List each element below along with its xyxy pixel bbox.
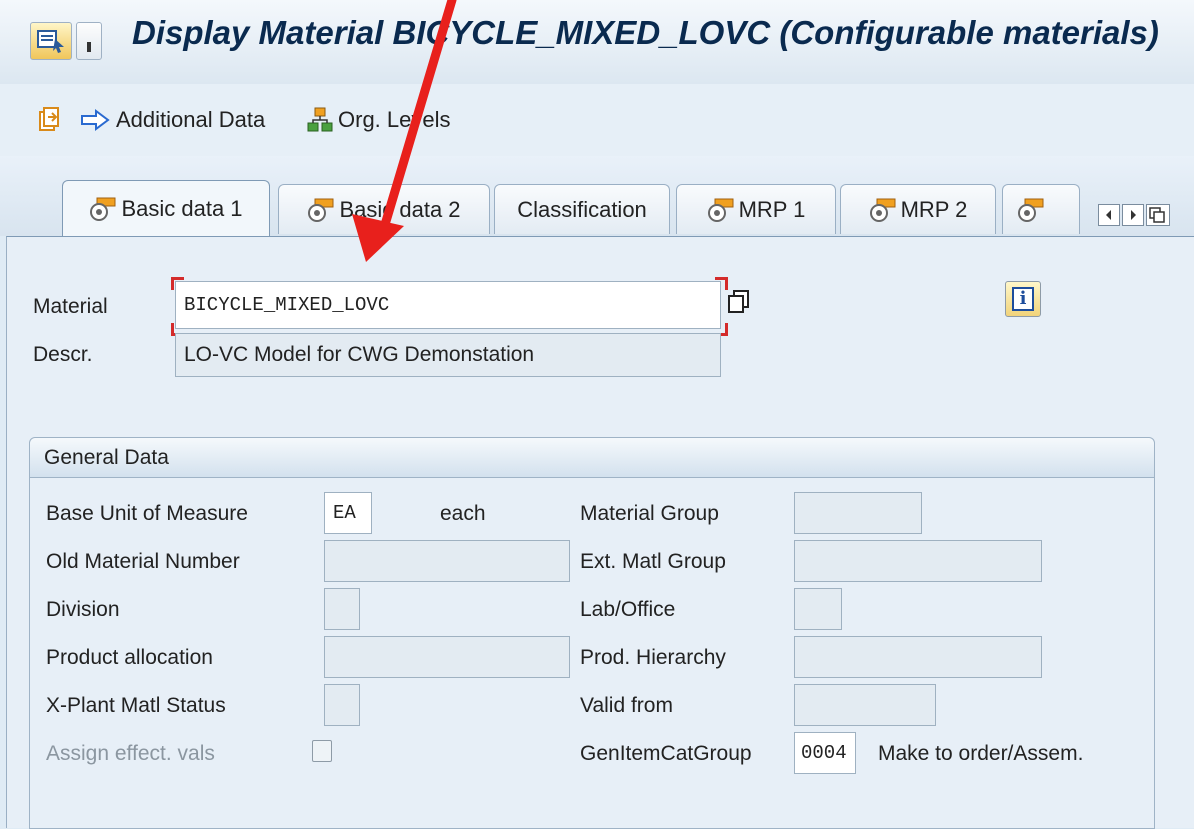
description-label: Descr. xyxy=(33,343,93,366)
description-field[interactable]: LO-VC Model for CWG Demonstation xyxy=(175,333,721,377)
ext-matl-group-label: Ext. Matl Group xyxy=(580,550,726,573)
tab-basic-data-1[interactable]: Basic data 1 xyxy=(62,180,270,236)
old-material-field[interactable] xyxy=(324,540,570,582)
tab-list-button[interactable] xyxy=(1146,204,1170,226)
org-structure-icon xyxy=(307,107,333,132)
base-uom-text: each xyxy=(440,502,486,525)
copy-to-new-button[interactable] xyxy=(36,106,68,134)
document-arrow-icon xyxy=(39,107,59,131)
base-uom-field[interactable]: EA xyxy=(324,492,372,534)
tab-mrp-1[interactable]: MRP 1 xyxy=(676,184,836,234)
xplant-status-label: X-Plant Matl Status xyxy=(46,694,226,717)
product-allocation-field[interactable] xyxy=(324,636,570,678)
assign-effect-label: Assign effect. vals xyxy=(46,742,215,765)
tab-classification[interactable]: Classification xyxy=(494,184,670,234)
valid-from-field[interactable] xyxy=(794,684,936,726)
org-levels-label: Org. Levels xyxy=(338,107,451,132)
info-icon: i xyxy=(1012,287,1034,311)
lab-office-field[interactable] xyxy=(794,588,842,630)
window-title: Display Material BICYCLE_MIXED_LOVC (Con… xyxy=(132,14,1159,51)
xplant-status-field[interactable] xyxy=(324,684,360,726)
focus-corner xyxy=(171,277,184,290)
prod-hierarchy-label: Prod. Hierarchy xyxy=(580,646,726,669)
ext-matl-group-field[interactable] xyxy=(794,540,1042,582)
product-allocation-label: Product allocation xyxy=(46,646,213,669)
division-label: Division xyxy=(46,598,120,621)
division-field[interactable] xyxy=(324,588,360,630)
general-data-title: General Data xyxy=(44,446,169,469)
tab-strip: Basic data 1 Basic data 2 Classification… xyxy=(0,156,1194,236)
sap-object-icon xyxy=(707,198,734,222)
sap-object-icon xyxy=(308,198,334,222)
additional-data-label: Additional Data xyxy=(116,107,266,132)
sap-object-icon xyxy=(1018,198,1044,222)
old-material-label: Old Material Number xyxy=(46,550,240,573)
material-field[interactable]: BICYCLE_MIXED_LOVC xyxy=(175,281,721,329)
additional-data-button[interactable]: Additional Data xyxy=(80,106,265,134)
material-group-field[interactable] xyxy=(794,492,922,534)
tab-basic-data-2[interactable]: Basic data 2 xyxy=(278,184,490,234)
caret-right-icon xyxy=(1131,210,1136,220)
base-uom-label: Base Unit of Measure xyxy=(46,502,248,525)
org-levels-button[interactable]: Org. Levels xyxy=(306,106,451,134)
material-label: Material xyxy=(33,295,108,318)
valid-from-label: Valid from xyxy=(580,694,673,717)
info-button[interactable]: i xyxy=(1005,281,1041,317)
system-menu-dropdown-icon[interactable] xyxy=(76,22,102,60)
tab-scroll-left-button[interactable] xyxy=(1098,204,1120,226)
assign-effect-checkbox[interactable] xyxy=(312,740,332,762)
gen-item-cat-text: Make to order/Assem. xyxy=(878,742,1084,765)
general-data-group: General Data Base Unit of Measure EA eac… xyxy=(29,437,1155,829)
caret-left-icon xyxy=(1106,210,1111,220)
application-toolbar: Additional Data Org. Levels xyxy=(0,84,1194,157)
tab-overflow[interactable] xyxy=(1002,184,1080,234)
prod-hierarchy-field[interactable] xyxy=(794,636,1042,678)
general-data-header: General Data xyxy=(30,438,1154,478)
gen-item-cat-label: GenItemCatGroup xyxy=(580,742,752,765)
sap-object-icon xyxy=(90,197,116,221)
tab-scroll-right-button[interactable] xyxy=(1122,204,1144,226)
arrow-right-icon xyxy=(81,109,110,131)
tab-mrp-2[interactable]: MRP 2 xyxy=(840,184,996,234)
tab-list-icon xyxy=(1149,207,1165,223)
system-menu-icon[interactable] xyxy=(30,22,72,60)
lab-office-label: Lab/Office xyxy=(580,598,676,621)
copy-icon[interactable] xyxy=(727,289,751,320)
basic-data-1-panel: Material BICYCLE_MIXED_LOVC i Descr. LO-… xyxy=(6,236,1194,829)
sap-object-icon xyxy=(869,198,896,222)
gen-item-cat-field[interactable]: 0004 xyxy=(794,732,856,774)
material-group-label: Material Group xyxy=(580,502,719,525)
title-bar: Display Material BICYCLE_MIXED_LOVC (Con… xyxy=(0,0,1194,84)
